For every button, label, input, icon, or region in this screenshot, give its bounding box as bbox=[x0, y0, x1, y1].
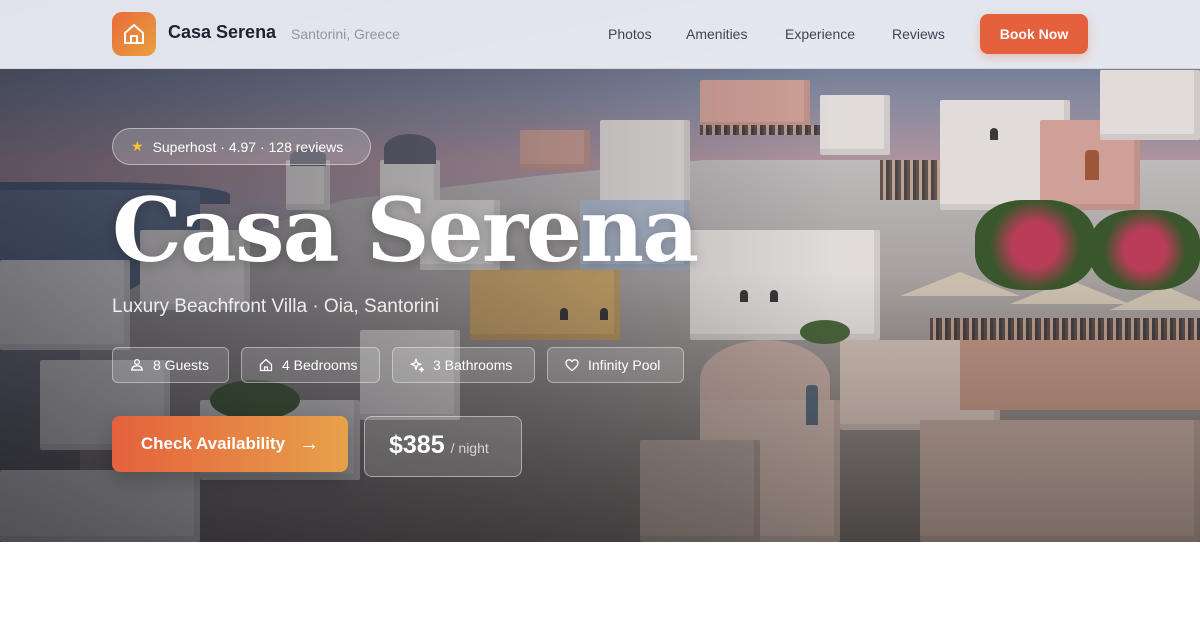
nav-link-reviews[interactable]: Reviews bbox=[892, 26, 945, 42]
feature-bedrooms: 4 Bedrooms bbox=[241, 347, 380, 383]
book-now-button[interactable]: Book Now bbox=[980, 14, 1088, 54]
arrow-right-icon: → bbox=[299, 432, 320, 455]
feature-bathrooms: 3 Bathrooms bbox=[392, 347, 535, 383]
feature-bathrooms-label: 3 Bathrooms bbox=[433, 357, 513, 373]
heart-icon bbox=[565, 359, 579, 372]
star-icon: ★ bbox=[131, 138, 144, 154]
hero-title: Casa Serena bbox=[112, 178, 699, 282]
check-availability-label: Check Availability bbox=[140, 434, 286, 453]
feature-infinity-pool: Infinity Pool bbox=[547, 347, 684, 383]
price-value: $385 bbox=[389, 431, 445, 459]
house-icon bbox=[124, 24, 144, 44]
brand-name[interactable]: Casa Serena bbox=[168, 22, 276, 43]
hero-subtitle: Luxury Beachfront Villa · Oia, Santorini bbox=[112, 296, 440, 317]
house-icon bbox=[259, 358, 273, 372]
logo[interactable] bbox=[112, 12, 156, 56]
feature-guests: 8 Guests bbox=[112, 347, 229, 383]
guests-icon bbox=[131, 358, 143, 371]
feature-guests-label: 8 Guests bbox=[153, 357, 210, 373]
nav-link-amenities[interactable]: Amenities bbox=[686, 26, 747, 42]
sparkle-icon bbox=[410, 358, 425, 373]
price-unit: / night bbox=[450, 440, 489, 456]
superhost-badge: ★ Superhost · 4.97 · 128 reviews bbox=[112, 128, 371, 165]
nav-link-photos[interactable]: Photos bbox=[608, 26, 652, 42]
check-availability-button[interactable]: Check Availability → bbox=[112, 416, 348, 472]
brand-location: Santorini, Greece bbox=[291, 26, 400, 42]
feature-bedrooms-label: 4 Bedrooms bbox=[282, 357, 358, 373]
nav-link-experience[interactable]: Experience bbox=[785, 26, 855, 42]
feature-infinity-pool-label: Infinity Pool bbox=[588, 357, 661, 373]
superhost-badge-text: Superhost · 4.97 · 128 reviews bbox=[152, 138, 344, 155]
price-display: $385 / night bbox=[364, 416, 522, 477]
top-navigation: Casa Serena Santorini, Greece Photos Ame… bbox=[0, 0, 1200, 69]
hero-content: ★ Superhost · 4.97 · 128 reviews Casa Se… bbox=[0, 0, 1200, 542]
